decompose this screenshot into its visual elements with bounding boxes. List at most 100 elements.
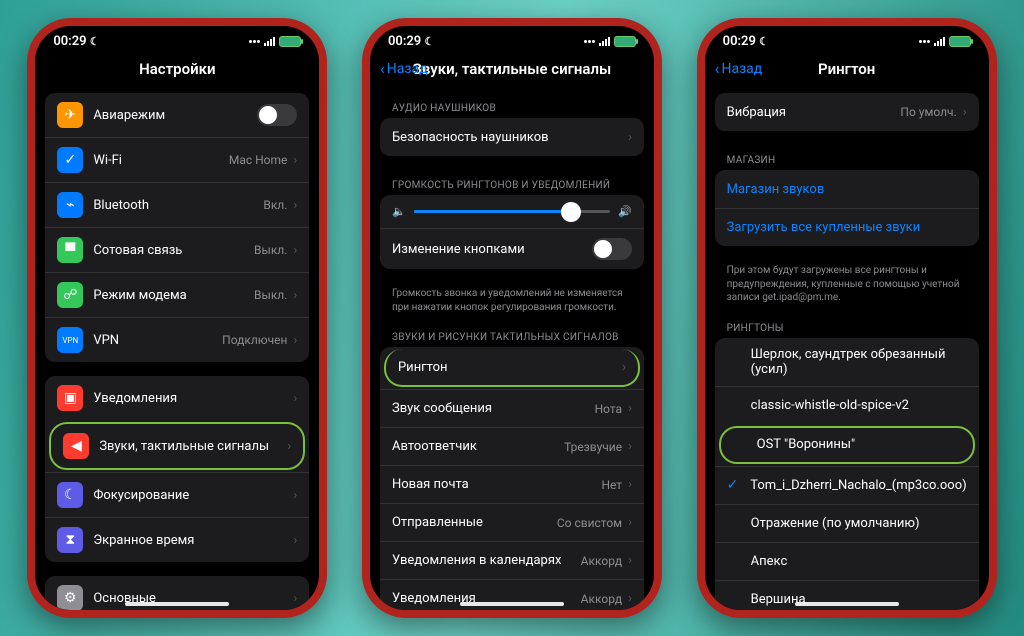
phone-ringtone: 00:29 ☾ ‹Назад Рингтон Вибрация По умолч… <box>697 18 997 618</box>
section-footnote: При этом будут загружены все рингтоны и … <box>715 260 979 313</box>
settings-row[interactable]: ⌁BluetoothВкл.› <box>45 182 309 227</box>
row-icon: ⧗ <box>57 527 83 553</box>
row-label: Автоответчик <box>392 439 564 454</box>
battery-icon <box>614 36 636 47</box>
chevron-left-icon: ‹ <box>715 61 720 77</box>
settings-row[interactable]: ✈︎Авиарежим <box>45 93 309 137</box>
phone-settings: 00:29 ☾ Настройки ✈︎Авиарежим✓Wi-FiMac H… <box>27 18 327 618</box>
row-value: Со свистом <box>557 516 622 530</box>
row-change-with-buttons[interactable]: Изменение кнопками <box>380 228 644 269</box>
ringtone-row[interactable]: ✓Tom_i_Dzherri_Nachalo_(mp3co.ooo) <box>715 466 979 504</box>
row-label: VPN <box>93 333 222 348</box>
row-value: По умолч. <box>900 105 956 119</box>
toggle[interactable] <box>592 238 632 260</box>
dnd-icon: ☾ <box>424 35 434 48</box>
ringtone-list[interactable]: Вибрация По умолч. › МАГАЗИН Магазин зву… <box>705 87 989 610</box>
nav-bar: ‹Назад Рингтон <box>705 51 989 87</box>
indicator-dots <box>249 40 260 43</box>
row-label: Bluetooth <box>93 198 263 213</box>
chevron-right-icon: › <box>628 591 632 606</box>
settings-row[interactable]: Уведомления в календаряхАккорд› <box>380 541 644 579</box>
row-label: Режим модема <box>93 288 254 303</box>
back-button[interactable]: ‹Назад <box>380 61 428 77</box>
indicator-dots <box>584 40 595 43</box>
row-value: Аккорд <box>581 592 622 606</box>
settings-row[interactable]: ОтправленныеСо свистом› <box>380 503 644 541</box>
settings-row[interactable]: Рингтон› <box>384 349 640 387</box>
row-headphone-safety[interactable]: Безопасность наушников › <box>380 118 644 156</box>
clock: 00:29 <box>723 34 756 49</box>
page-title: Настройки <box>139 60 215 78</box>
row-icon: ✓ <box>57 147 83 173</box>
chevron-right-icon: › <box>628 401 632 416</box>
row-label: Уведомления <box>93 391 293 406</box>
chevron-right-icon: › <box>293 533 297 548</box>
clock: 00:29 <box>53 34 86 49</box>
section-footnote: Громкость звонка и уведомлений не изменя… <box>380 283 644 322</box>
signal-icon <box>264 37 275 46</box>
row-label: Отправленные <box>392 515 557 530</box>
settings-row[interactable]: ◀Звуки, тактильные сигналы› <box>49 422 305 470</box>
ringtone-label: OST "Воронины" <box>757 437 961 452</box>
settings-row[interactable]: ▣Уведомления› <box>45 376 309 420</box>
ringtone-row[interactable]: Отражение (по умолчанию) <box>715 504 979 542</box>
chevron-right-icon: › <box>293 198 297 213</box>
row-value: Подключен <box>222 333 287 347</box>
row-value: Нота <box>595 402 622 416</box>
home-indicator[interactable] <box>125 602 229 606</box>
clock: 00:29 <box>388 34 421 49</box>
ringtone-row[interactable]: OST "Воронины" <box>719 426 975 464</box>
row-label: Звук сообщения <box>392 401 595 416</box>
row-label: Безопасность наушников <box>392 130 628 145</box>
settings-list[interactable]: ✈︎Авиарежим✓Wi-FiMac Home›⌁BluetoothВкл.… <box>35 87 319 610</box>
settings-row[interactable]: АвтоответчикТрезвучие› <box>380 427 644 465</box>
settings-row[interactable]: VPNVPNПодключен› <box>45 317 309 362</box>
settings-row[interactable]: ⧗ Экранное время› <box>45 517 309 562</box>
ringtone-row[interactable]: Апекс <box>715 542 979 580</box>
slider-track[interactable] <box>414 210 611 213</box>
settings-row[interactable]: ☍Режим модемаВыкл.› <box>45 272 309 317</box>
ringtone-row[interactable]: classic-whistle-old-spice-v2 <box>715 386 979 424</box>
ringtone-label: Tom_i_Dzherri_Nachalo_(mp3co.ooo) <box>750 478 966 493</box>
settings-row[interactable]: ✓Wi-FiMac Home› <box>45 137 309 182</box>
volume-slider[interactable]: 🔈 🔊 <box>380 195 644 228</box>
row-value: Выкл. <box>254 288 287 302</box>
ringtone-row[interactable]: Шерлок, саундтрек обрезанный (усил) <box>715 338 979 386</box>
chevron-right-icon: › <box>293 391 297 406</box>
signal-icon <box>934 37 945 46</box>
notch <box>452 26 572 48</box>
settings-row[interactable]: Новая почтаНет› <box>380 465 644 503</box>
settings-row[interactable]: ☾Фокусирование› <box>45 472 309 517</box>
chevron-right-icon: › <box>628 553 632 568</box>
chevron-right-icon: › <box>293 591 297 606</box>
row-icon: ⌁ <box>57 192 83 218</box>
home-indicator[interactable] <box>795 602 899 606</box>
row-value: Нет <box>601 478 622 492</box>
ringtone-label: Апекс <box>751 554 967 569</box>
row-label: Загрузить все купленные звуки <box>727 220 967 235</box>
chevron-right-icon: › <box>622 360 626 375</box>
sounds-list[interactable]: АУДИО НАУШНИКОВ Безопасность наушников ›… <box>370 87 654 610</box>
row-download-all[interactable]: Загрузить все купленные звуки <box>715 208 979 246</box>
home-indicator[interactable] <box>460 602 564 606</box>
row-label: Вибрация <box>727 105 901 120</box>
row-tone-store[interactable]: Магазин звуков <box>715 170 979 208</box>
row-vibration[interactable]: Вибрация По умолч. › <box>715 93 979 131</box>
row-icon: ◀ <box>63 433 89 459</box>
back-button[interactable]: ‹Назад <box>715 61 763 77</box>
back-label: Назад <box>721 61 762 77</box>
battery-icon <box>949 36 971 47</box>
row-label: Фокусирование <box>93 488 293 503</box>
row-label: Экранное время <box>93 533 293 548</box>
page-title: Звуки, тактильные сигналы <box>413 60 612 78</box>
back-label: Назад <box>387 61 428 77</box>
row-icon: ✈︎ <box>57 102 83 128</box>
toggle[interactable] <box>257 104 297 126</box>
row-label: Wi-Fi <box>93 153 229 168</box>
settings-row[interactable]: ▀Сотовая связьВыкл.› <box>45 227 309 272</box>
settings-row[interactable]: Звук сообщенияНота › <box>380 389 644 427</box>
section-header-ringtones: РИНГТОНЫ <box>715 313 979 338</box>
chevron-right-icon: › <box>293 153 297 168</box>
signal-icon <box>599 37 610 46</box>
row-label: Рингтон <box>398 360 622 375</box>
